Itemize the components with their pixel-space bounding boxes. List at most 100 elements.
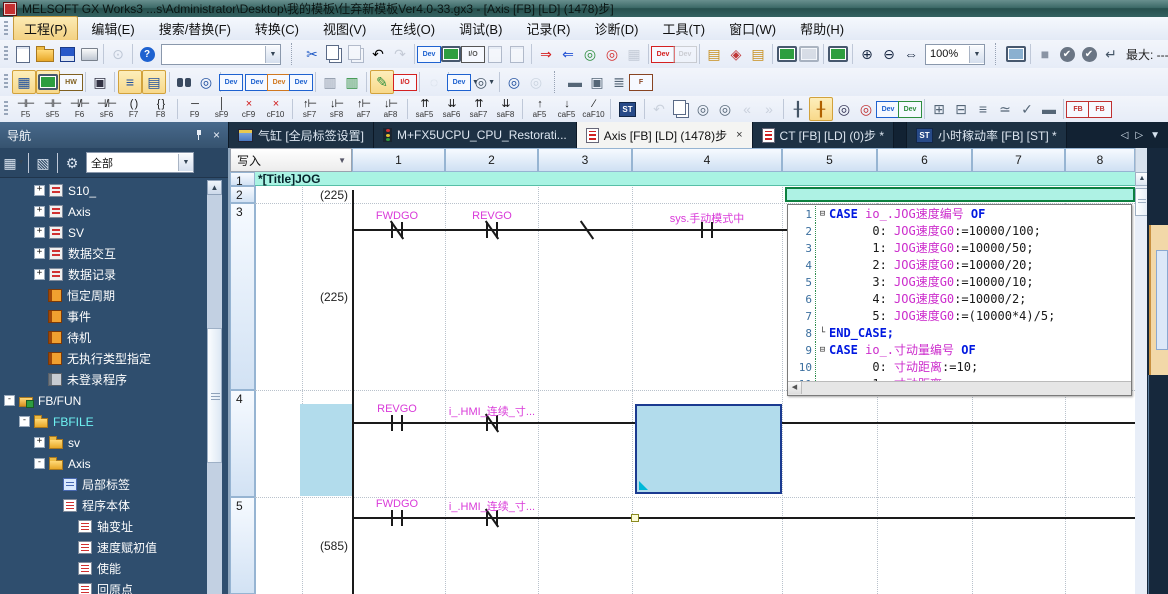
fb-new-icon[interactable]: FB bbox=[1089, 98, 1111, 120]
tree-item-sv[interactable]: +sv bbox=[0, 432, 206, 453]
zoom-combo[interactable]: 100%▼ bbox=[925, 44, 985, 65]
ladder-symbol-saF8-button[interactable]: ⇊saF8 bbox=[492, 97, 519, 121]
statement-find-icon[interactable]: ◎ bbox=[692, 98, 714, 120]
fb-instance-find-icon[interactable]: F bbox=[630, 71, 652, 93]
contact-label[interactable]: sys.手动模式中 bbox=[641, 210, 773, 226]
tree-item-Axis[interactable]: -Axis bbox=[0, 453, 206, 474]
contact-label[interactable]: i_.HMI_连续_寸... bbox=[426, 498, 558, 514]
fit-width-icon[interactable]: ⇔ bbox=[900, 43, 922, 65]
monitor-start-icon[interactable] bbox=[776, 43, 798, 65]
ladder-symbol-caF10-button[interactable]: ∕caF10 bbox=[580, 97, 607, 121]
tab-1[interactable]: 气缸 [全局标签设置] bbox=[229, 122, 374, 148]
device-display-eye-icon[interactable]: Dev▼ bbox=[452, 71, 474, 93]
verify-with-plc-icon[interactable]: ◎ bbox=[579, 43, 601, 65]
tree-display-format-icon[interactable]: ▦▼ bbox=[3, 152, 25, 174]
document-refresh-icon[interactable]: ◈ bbox=[725, 43, 747, 65]
chevron-down-icon[interactable]: ▼ bbox=[265, 46, 280, 63]
insert-row-icon[interactable]: ⊞ bbox=[928, 98, 950, 120]
print-icon[interactable] bbox=[78, 43, 100, 65]
device-force-icon[interactable]: Dev bbox=[899, 98, 921, 120]
edit-label-icon[interactable]: ✎ bbox=[370, 70, 394, 94]
parameter-icon[interactable]: ▣ bbox=[89, 71, 111, 93]
menu-item-9[interactable]: 诊断(D) bbox=[583, 16, 649, 41]
online-program-change-icon[interactable]: ◎ bbox=[601, 43, 623, 65]
tree-item-FB/FUN[interactable]: -FB/FUN bbox=[0, 390, 206, 411]
ladder-symbol-sF5-button[interactable]: ⊣⊢sF5 bbox=[39, 97, 66, 121]
ladder-symbol-aF7-button[interactable]: ↑⊢aF7 bbox=[350, 97, 377, 121]
watch-window-icon[interactable] bbox=[1005, 43, 1027, 65]
expander-icon[interactable]: - bbox=[4, 395, 15, 406]
document-write-icon[interactable]: ▤ bbox=[703, 43, 725, 65]
menu-item-12[interactable]: 帮助(H) bbox=[789, 16, 855, 41]
tree-item-数据交互[interactable]: +数据交互 bbox=[0, 243, 206, 264]
menu-item-11[interactable]: 窗口(W) bbox=[718, 16, 787, 41]
address-combo[interactable]: ▼ bbox=[161, 44, 281, 65]
junction-marker[interactable] bbox=[631, 514, 639, 522]
scrollbar-thumb[interactable] bbox=[207, 328, 222, 463]
selected-statement-cell[interactable] bbox=[785, 187, 1135, 202]
list-check-icon[interactable]: ✓ bbox=[1016, 98, 1038, 120]
write-to-plc-icon[interactable]: ⇒ bbox=[535, 43, 557, 65]
tab-5[interactable]: ST小时稼动率 [FB] [ST] * bbox=[906, 122, 1067, 148]
expander-icon[interactable]: + bbox=[34, 437, 45, 448]
register-to-watch-icon[interactable]: ▥ bbox=[319, 71, 341, 93]
ladder-symbol-sF7-button[interactable]: ↑⊢sF7 bbox=[296, 97, 323, 121]
tree-item-FBFILE[interactable]: -FBFILE bbox=[0, 411, 206, 432]
ladder-symbol-saF6-button[interactable]: ⇊saF6 bbox=[438, 97, 465, 121]
tab-arrow-icon-3[interactable]: ▼ bbox=[1150, 130, 1160, 141]
device-entry-table-icon[interactable]: Dev bbox=[246, 71, 268, 93]
ladder-symbol-F5-button[interactable]: ⊣⊢F5 bbox=[12, 97, 39, 121]
tab-arrow-icon-2[interactable]: ▷ bbox=[1135, 130, 1143, 141]
ladder-symbol-F9-button[interactable]: ─F9 bbox=[181, 97, 208, 121]
note-find-icon[interactable]: ◎ bbox=[714, 98, 736, 120]
highlighted-cell[interactable] bbox=[300, 404, 352, 496]
device-batch-replace-icon[interactable]: Dev bbox=[268, 71, 290, 93]
ladder-symbol-cF9-button[interactable]: ×cF9 bbox=[235, 97, 262, 121]
tree-item-Axis[interactable]: +Axis bbox=[0, 201, 206, 222]
outline-view-icon[interactable]: ≣ bbox=[608, 71, 630, 93]
edit-mode-selector[interactable]: 写入 ▼ bbox=[230, 148, 352, 172]
tree-item-无执行类型指定[interactable]: 无执行类型指定 bbox=[0, 348, 206, 369]
navigation-scrollbar[interactable]: ▲ bbox=[207, 180, 222, 594]
expander-icon[interactable]: + bbox=[34, 269, 45, 280]
ladder-symbol-sF9-button[interactable]: │sF9 bbox=[208, 97, 235, 121]
device-monitor-start-icon[interactable]: Dev bbox=[652, 43, 674, 65]
find-in-window-icon[interactable]: ◎ bbox=[195, 71, 217, 93]
menu-item-4[interactable]: 转换(C) bbox=[244, 16, 310, 41]
read-from-plc-icon[interactable]: ⇐ bbox=[557, 43, 579, 65]
statement-list-icon[interactable]: ▬ bbox=[564, 71, 586, 93]
comment-display-icon[interactable]: ≡ bbox=[118, 70, 142, 94]
io-system-check-icon[interactable]: I/O bbox=[394, 71, 416, 93]
connection-status-icon[interactable] bbox=[36, 70, 60, 94]
ladder-symbol-aF8-button[interactable]: ↓⊢aF8 bbox=[377, 97, 404, 121]
menu-item-1[interactable]: 工程(P) bbox=[13, 16, 78, 41]
inline-st-window[interactable]: 1⊟CASE io_.JOG速度编号 OF2 0: JOG速度G0:=10000… bbox=[787, 204, 1132, 396]
tree-item-轴变址[interactable]: 轴变址 bbox=[0, 516, 206, 537]
help-icon[interactable]: ? bbox=[136, 43, 158, 65]
fb-insert-icon[interactable]: FB bbox=[1067, 98, 1089, 120]
cut-icon[interactable]: ✂ bbox=[301, 43, 323, 65]
tree-item-数据记录[interactable]: +数据记录 bbox=[0, 264, 206, 285]
connect-line-mode-icon[interactable]: ╂ bbox=[809, 97, 833, 121]
contact-label[interactable]: REVGO bbox=[426, 210, 558, 222]
ladder-symbol-F8-button[interactable]: { }F8 bbox=[147, 97, 174, 121]
device-display-format-icon[interactable]: Dev▼ bbox=[224, 71, 246, 93]
zoom-in-icon[interactable]: ⊕ bbox=[856, 43, 878, 65]
open-project-icon[interactable] bbox=[34, 43, 56, 65]
ladder-symbol-aF5-button[interactable]: ↑aF5 bbox=[526, 97, 553, 121]
navigation-settings-icon[interactable]: ⚙ bbox=[61, 152, 83, 174]
ladder-symbol-F7-button[interactable]: ( )F7 bbox=[120, 97, 147, 121]
align-notes-icon[interactable]: ≃ bbox=[994, 98, 1016, 120]
save-project-icon[interactable] bbox=[56, 43, 78, 65]
close-icon[interactable]: × bbox=[736, 129, 742, 141]
device-search-icon[interactable]: ◎▼ bbox=[474, 71, 496, 93]
chevron-down-icon[interactable]: ▼ bbox=[969, 46, 984, 63]
program-check-icon[interactable] bbox=[440, 43, 462, 65]
copy-rung-icon[interactable] bbox=[670, 98, 692, 120]
ladder-symbol-saF7-button[interactable]: ⇈saF7 bbox=[465, 97, 492, 121]
expander-icon[interactable]: + bbox=[34, 227, 45, 238]
pin-icon[interactable] bbox=[195, 130, 203, 140]
tree-item-S10_[interactable]: +S10_ bbox=[0, 180, 206, 201]
navigation-window-icon[interactable]: ▦ bbox=[12, 70, 36, 94]
menu-item-3[interactable]: 搜索/替换(F) bbox=[148, 16, 242, 41]
